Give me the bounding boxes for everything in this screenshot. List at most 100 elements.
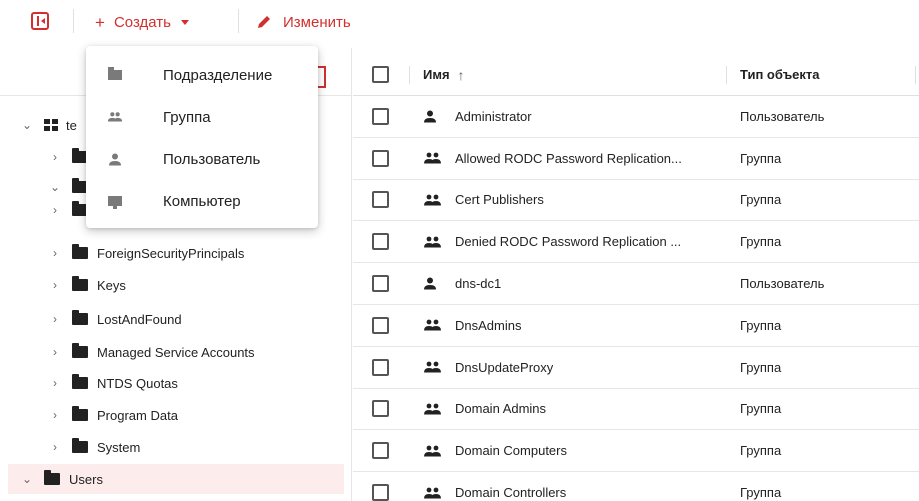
folder-icon [44,470,60,485]
object-type: Пользователь [740,276,825,292]
group-icon [423,194,443,206]
object-name: DnsUpdateProxy [455,359,554,375]
folder-icon [72,276,88,291]
folder-icon [72,406,88,421]
sort-arrow-up-icon[interactable]: ↑ [458,67,465,83]
tree-item-foreignsecurityprincipals[interactable]: › ForeignSecurityPrincipals [8,238,344,268]
row-checkbox[interactable] [372,275,389,293]
name-cell: Cert Publishers [423,192,733,207]
table-row[interactable]: Denied RODC Password Replication ... Груп… [353,221,919,264]
computer-icon [107,196,123,209]
tree-item-label: Managed Service Accounts [97,344,255,360]
chevron-right-icon[interactable]: › [48,278,62,292]
object-name: Domain Computers [455,443,567,459]
object-name: Administrator [455,108,532,124]
table-row[interactable]: Allowed RODC Password Replication... Груп… [353,138,919,180]
object-type: Группа [740,359,782,375]
sidebar-toggle-icon[interactable] [31,12,49,30]
menu-item-group[interactable]: Группа [86,96,318,138]
column-header-name[interactable]: Имя ↑ [423,67,465,83]
edit-button[interactable]: Изменить [256,10,351,34]
row-checkbox[interactable] [372,107,389,125]
row-checkbox[interactable] [372,442,389,460]
caret-down-icon [180,19,189,25]
object-type: Пользователь [740,108,825,124]
object-name: Cert Publishers [455,192,544,208]
toolbar: + Создать Изменить [0,0,919,44]
folder-icon [72,374,88,389]
group-icon [423,361,443,373]
table-body: Administrator Пользователь Allowed RODC Pa… [353,96,919,501]
tree-item-managed-service-accounts[interactable]: › Managed Service Accounts [8,337,344,367]
object-type: Группа [740,150,782,166]
tree-item-label: LostAndFound [97,311,182,327]
table-row[interactable]: Domain Controllers Группа [353,472,919,501]
tree-item-program-data[interactable]: › Program Data [8,400,344,430]
chevron-right-icon[interactable]: › [48,408,62,422]
tree-item-label: Users [69,471,103,487]
object-type: Группа [740,443,782,459]
row-checkbox[interactable] [372,316,389,334]
menu-item-label: Компьютер [163,192,241,210]
user-icon [423,110,443,123]
menu-item-label: Группа [163,108,211,126]
chevron-right-icon[interactable]: › [48,440,62,454]
table-row[interactable]: DnsAdmins Группа [353,305,919,347]
name-cell: DnsAdmins [423,318,733,333]
column-header-type[interactable]: Тип объекта [740,67,820,82]
group-icon [423,403,443,415]
chevron-right-icon[interactable]: › [48,312,62,326]
chevron-right-icon[interactable]: › [48,203,62,217]
create-button-label: Создать [113,13,171,31]
object-name: Allowed RODC Password Replication... [455,150,682,166]
chevron-down-icon[interactable]: ⌄ [20,118,34,132]
objects-table: Имя ↑ Тип объекта Administrator Пользоват… [353,54,919,501]
column-header-name-label: Имя [423,67,450,82]
menu-item-organizational-unit[interactable]: Подразделение [86,54,318,96]
group-icon [423,319,443,331]
folder-icon [72,343,88,358]
table-row[interactable]: Domain Computers Группа [353,430,919,473]
folder-icon [72,310,88,325]
name-cell: dns-dc1 [423,276,733,291]
group-icon [423,445,443,457]
chevron-right-icon[interactable]: › [48,376,62,390]
menu-item-computer[interactable]: Компьютер [86,180,318,222]
tree-item-system[interactable]: › System [8,432,344,462]
table-row[interactable]: DnsUpdateProxy Группа [353,347,919,389]
create-button[interactable]: + Создать [95,10,189,34]
menu-item-user[interactable]: Пользователь [86,138,318,180]
menu-item-label: Подразделение [163,66,273,84]
name-cell: DnsUpdateProxy [423,360,733,375]
name-cell: Allowed RODC Password Replication... [423,151,733,166]
row-checkbox[interactable] [372,233,389,251]
toolbar-divider [73,9,74,33]
table-row[interactable]: dns-dc1 Пользователь [353,263,919,305]
chevron-right-icon[interactable]: › [48,345,62,359]
tree-item-ntds-quotas[interactable]: › NTDS Quotas [8,368,344,398]
chevron-down-icon[interactable]: ⌄ [48,180,62,194]
folder-icon [107,67,123,80]
tree-item-keys[interactable]: › Keys [8,270,344,300]
tree-item-lostandfound[interactable]: › LostAndFound [8,304,344,334]
chevron-down-icon[interactable]: ⌄ [20,472,34,486]
table-row[interactable]: Cert Publishers Группа [353,180,919,222]
folder-icon [72,244,88,259]
table-row[interactable]: Administrator Пользователь [353,96,919,138]
tree-header-icon[interactable] [318,66,326,88]
chevron-right-icon[interactable]: › [48,150,62,164]
column-divider [915,65,916,84]
tree-item-users[interactable]: ⌄ Users [8,464,344,494]
row-checkbox[interactable] [372,484,389,501]
folder-icon [72,438,88,453]
group-icon [107,111,123,123]
select-all-checkbox[interactable] [372,66,389,83]
row-checkbox[interactable] [372,191,389,209]
table-row[interactable]: Domain Admins Группа [353,389,919,431]
row-checkbox[interactable] [372,400,389,418]
tree-item-label: Keys [97,277,126,293]
object-type: Группа [740,192,782,208]
chevron-right-icon[interactable]: › [48,246,62,260]
row-checkbox[interactable] [372,358,389,376]
row-checkbox[interactable] [372,149,389,167]
